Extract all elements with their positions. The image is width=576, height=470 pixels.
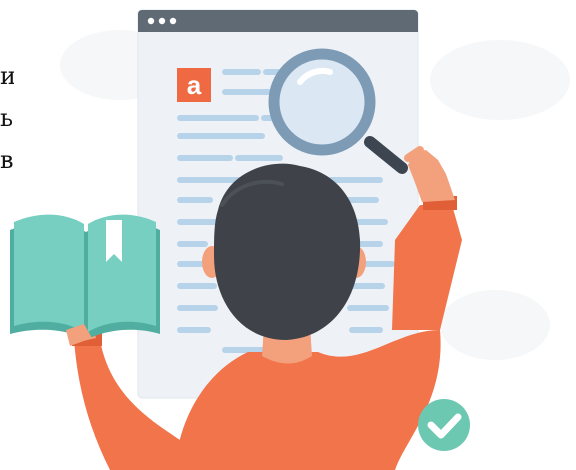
checkmark-icon: [418, 399, 470, 451]
window-title-bar: [138, 10, 418, 32]
search-illustration: a: [10, 9, 470, 470]
book-icon: [10, 214, 160, 346]
logo-badge: a: [177, 68, 211, 102]
logo-letter: a: [187, 70, 202, 100]
window-dots-icon: [147, 17, 177, 25]
